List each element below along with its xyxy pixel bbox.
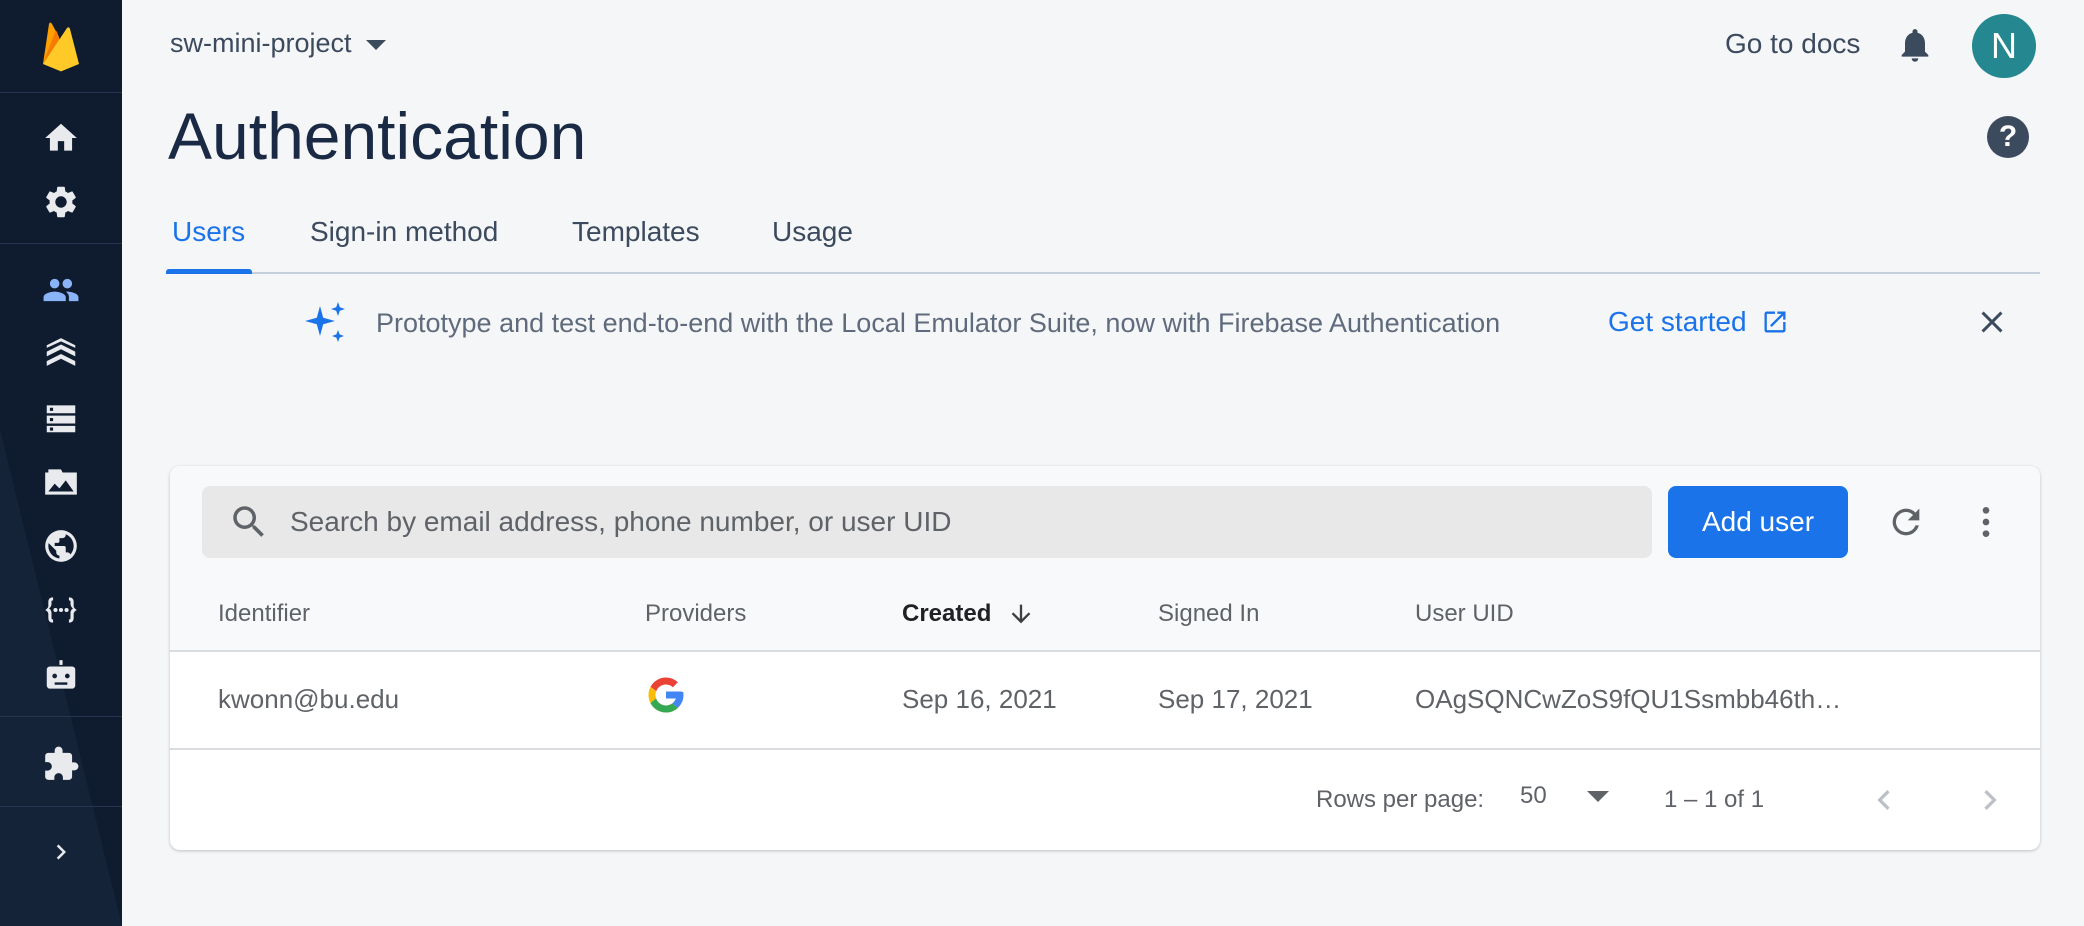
search-box[interactable] [202, 486, 1652, 558]
sidebar-divider [0, 716, 122, 717]
banner-text: Prototype and test end-to-end with the L… [376, 307, 1501, 338]
sidebar-item-settings[interactable] [0, 174, 122, 230]
table-row[interactable]: kwonn@bu.edu Sep 16, 2021 Sep 17, 2021 O… [170, 652, 2040, 750]
table-pagination: Rows per page: 50 1 – 1 of 1 [170, 750, 2040, 850]
table-header: Identifier Providers Created Signed In U… [170, 578, 2040, 652]
project-name: sw-mini-project [170, 28, 352, 58]
search-icon [233, 506, 264, 537]
page-title: Authentication [168, 99, 587, 173]
image-icon [45, 469, 77, 495]
sparkle-icon [305, 302, 345, 342]
home-icon [45, 123, 77, 151]
rows-per-page-value: 50 [1520, 782, 1547, 809]
functions-icon [45, 597, 77, 623]
bell-icon[interactable] [1895, 22, 1935, 68]
more-vert-icon[interactable] [1966, 502, 2006, 542]
sidebar-divider [0, 243, 122, 244]
people-icon [43, 278, 79, 302]
avatar-initial: N [1991, 25, 2017, 66]
emulator-banner: Prototype and test end-to-end with the L… [302, 298, 1500, 348]
help-icon-glyph: ? [1998, 120, 2018, 153]
search-input[interactable] [290, 506, 1590, 538]
sidebar-divider [0, 806, 122, 807]
database-icon [46, 405, 76, 433]
refresh-icon[interactable] [1886, 502, 1926, 542]
users-table-card: Add user Identifier Providers Created Si… [170, 466, 2040, 850]
add-user-button[interactable]: Add user [1668, 486, 1848, 558]
column-header-identifier[interactable]: Identifier [218, 600, 310, 628]
sidebar-item-storage[interactable] [0, 454, 122, 510]
column-header-created[interactable]: Created [902, 600, 1035, 628]
sidebar-expand-button[interactable] [0, 824, 122, 880]
close-icon[interactable] [1974, 304, 2010, 340]
sidebar-item-home[interactable] [0, 110, 122, 166]
tab-usage[interactable]: Usage [772, 216, 853, 248]
firebase-logo[interactable] [0, 0, 122, 93]
help-icon[interactable]: ? [1987, 116, 2029, 158]
rows-per-page-select[interactable]: 50 [1520, 782, 1609, 810]
column-header-signed-in[interactable]: Signed In [1158, 600, 1259, 628]
tab-label: Usage [772, 216, 853, 247]
chevron-right-icon[interactable] [1970, 780, 2010, 820]
cell-signed-in: Sep 17, 2021 [1158, 684, 1313, 714]
tab-sign-in-method[interactable]: Sign-in method [310, 216, 498, 248]
column-header-providers: Providers [645, 600, 747, 627]
tab-label: Sign-in method [310, 216, 499, 247]
pagination-range: 1 – 1 of 1 [1664, 786, 1765, 813]
get-started-label: Get started [1608, 306, 1747, 337]
table-toolbar: Add user [170, 466, 2040, 578]
globe-icon [45, 530, 77, 562]
avatar[interactable]: N [1972, 14, 2036, 78]
chevron-down-icon [1586, 790, 1609, 802]
firestore-icon [46, 338, 76, 366]
project-selector[interactable]: sw-mini-project [170, 28, 386, 59]
sidebar-item-functions[interactable] [0, 582, 122, 638]
robot-icon [46, 660, 76, 689]
gear-icon [46, 186, 76, 218]
tab-users[interactable]: Users [172, 216, 245, 248]
sidebar-item-extensions[interactable] [0, 736, 122, 792]
go-to-docs-link[interactable]: Go to docs [1725, 28, 1860, 60]
tab-label: Templates [572, 216, 700, 247]
puzzle-icon [45, 746, 79, 780]
tab-label: Users [172, 216, 246, 247]
get-started-link[interactable]: Get started [1608, 306, 1789, 338]
tab-bar: Users Sign-in method Templates Usage [166, 210, 2040, 274]
open-in-new-icon [1764, 311, 1786, 333]
tab-templates[interactable]: Templates [572, 216, 700, 248]
sidebar-item-hosting[interactable] [0, 518, 122, 574]
active-tab-indicator [166, 269, 252, 274]
cell-user-uid: OAgSQNCwZoS9fQU1Ssmbb46th… [1415, 684, 1842, 714]
chevron-left-icon[interactable] [1864, 780, 1904, 820]
sidebar-item-ml[interactable] [0, 648, 122, 704]
column-header-created-label: Created [902, 600, 992, 627]
chevron-down-icon [365, 40, 386, 50]
sidebar-item-firestore[interactable] [0, 326, 122, 382]
cell-identifier: kwonn@bu.edu [218, 684, 400, 714]
chevron-right-icon [56, 844, 66, 860]
rows-per-page-label: Rows per page: [1316, 786, 1485, 813]
sidebar-item-authentication[interactable] [0, 262, 122, 318]
arrow-down-icon [1012, 604, 1031, 624]
google-icon [648, 677, 684, 713]
sidebar [0, 0, 122, 926]
sidebar-item-database[interactable] [0, 390, 122, 446]
column-header-user-uid: User UID [1415, 600, 1514, 627]
cell-created: Sep 16, 2021 [902, 684, 1057, 714]
